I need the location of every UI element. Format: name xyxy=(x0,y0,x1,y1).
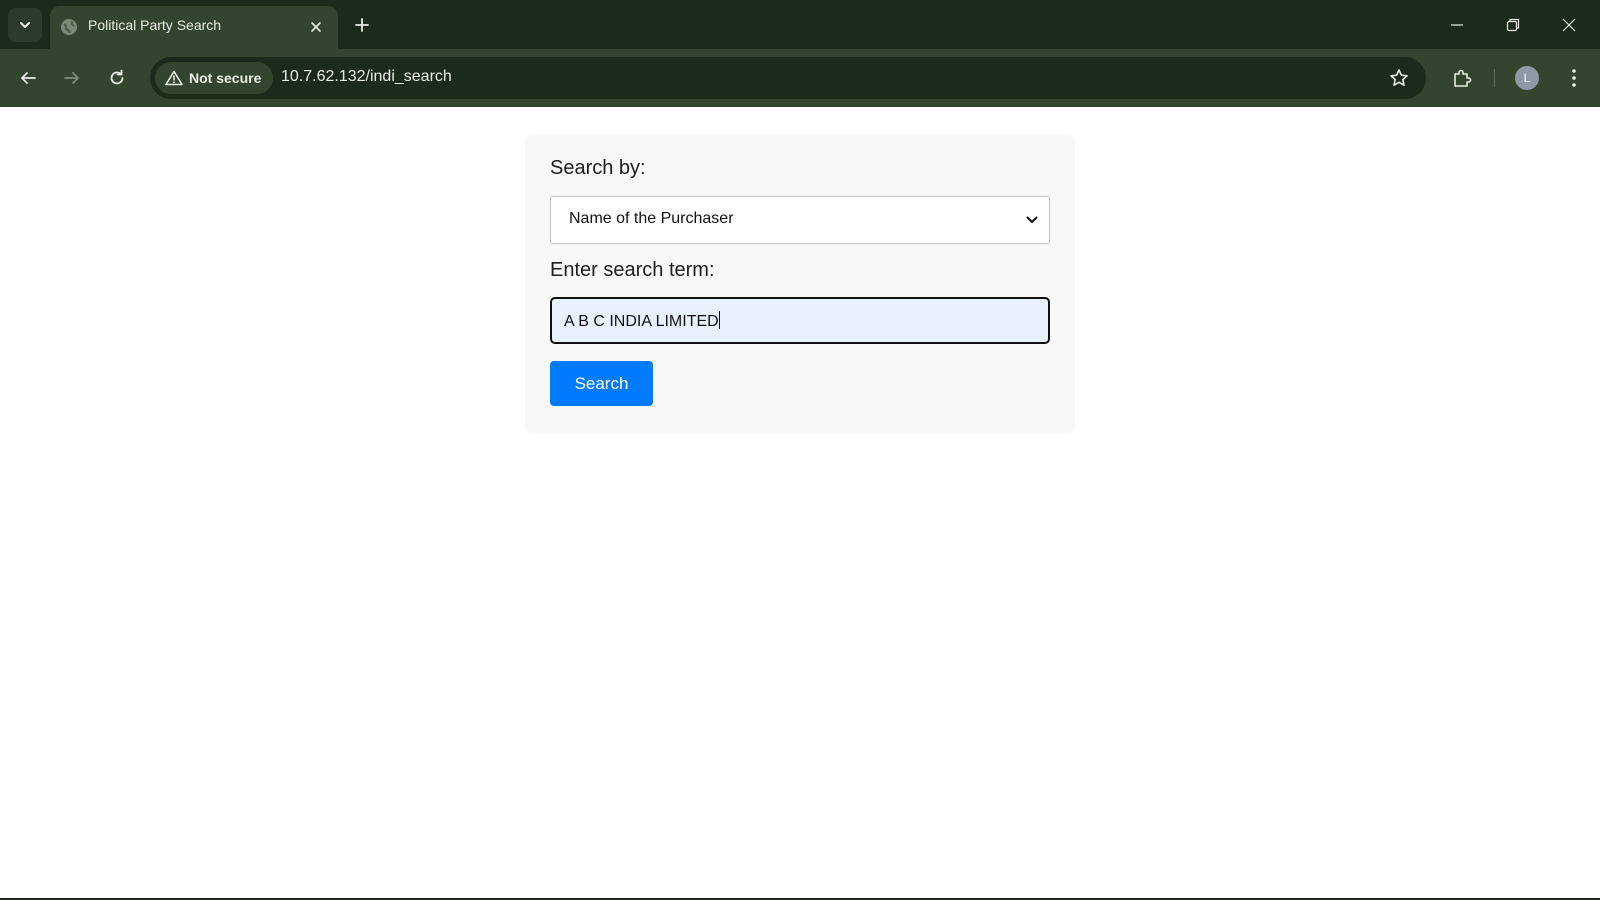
security-chip[interactable]: Not secure xyxy=(155,62,274,94)
forward-button[interactable] xyxy=(57,63,87,93)
close-window-button[interactable] xyxy=(1554,10,1584,40)
search-term-label: Enter search term: xyxy=(550,259,715,281)
arrow-left-icon xyxy=(21,72,36,84)
tab-strip: Political Party Search xyxy=(0,0,1600,49)
tab-search-button[interactable] xyxy=(8,8,42,42)
restore-button[interactable] xyxy=(1498,10,1528,40)
extensions-button[interactable] xyxy=(1447,63,1477,93)
reload-icon xyxy=(110,69,124,85)
browser-menu-button[interactable] xyxy=(1559,63,1589,93)
minimize-icon xyxy=(1451,24,1463,26)
tab-close-button[interactable] xyxy=(306,17,326,37)
warning-icon xyxy=(165,70,183,86)
tab-title: Political Party Search xyxy=(88,17,222,33)
kebab-menu-icon xyxy=(1572,69,1576,87)
new-tab-button[interactable] xyxy=(350,13,374,37)
search-term-input[interactable]: A B C INDIA LIMITED xyxy=(550,297,1050,344)
chevron-down-icon xyxy=(1026,216,1038,223)
tab-active[interactable]: Political Party Search xyxy=(50,6,338,49)
toolbar-divider xyxy=(1494,69,1495,87)
bookmark-button[interactable] xyxy=(1386,65,1412,91)
minimize-button[interactable] xyxy=(1442,10,1472,40)
search-term-value: A B C INDIA LIMITED xyxy=(564,311,720,330)
browser-toolbar: Not secure 10.7.62.132/indi_search L xyxy=(0,49,1600,107)
reload-button[interactable] xyxy=(102,63,132,93)
search-by-selected-value: Name of the Purchaser xyxy=(569,210,734,227)
search-by-select[interactable]: Name of the Purchaser xyxy=(550,196,1050,244)
security-label: Not secure xyxy=(189,70,262,86)
puzzle-icon xyxy=(1454,69,1472,87)
star-icon xyxy=(1390,69,1408,86)
globe-icon xyxy=(61,19,77,35)
url-text[interactable]: 10.7.62.132/indi_search xyxy=(281,68,452,86)
search-by-label: Search by: xyxy=(550,157,646,179)
search-button[interactable]: Search xyxy=(550,361,653,406)
plus-icon xyxy=(355,18,369,32)
back-button[interactable] xyxy=(13,63,43,93)
close-icon xyxy=(311,22,321,32)
browser-window: Political Party Search Not secure 10.7.6… xyxy=(0,0,1600,900)
arrow-right-icon xyxy=(64,72,79,84)
search-form-card: Search by: Name of the Purchaser Enter s… xyxy=(525,135,1075,433)
close-icon xyxy=(1562,18,1576,32)
restore-icon xyxy=(1506,18,1520,32)
text-caret xyxy=(718,311,720,329)
page-content: Search by: Name of the Purchaser Enter s… xyxy=(0,107,1600,900)
chevron-down-icon xyxy=(20,22,30,28)
address-bar[interactable]: Not secure 10.7.62.132/indi_search xyxy=(150,57,1426,99)
profile-avatar[interactable]: L xyxy=(1515,66,1539,90)
